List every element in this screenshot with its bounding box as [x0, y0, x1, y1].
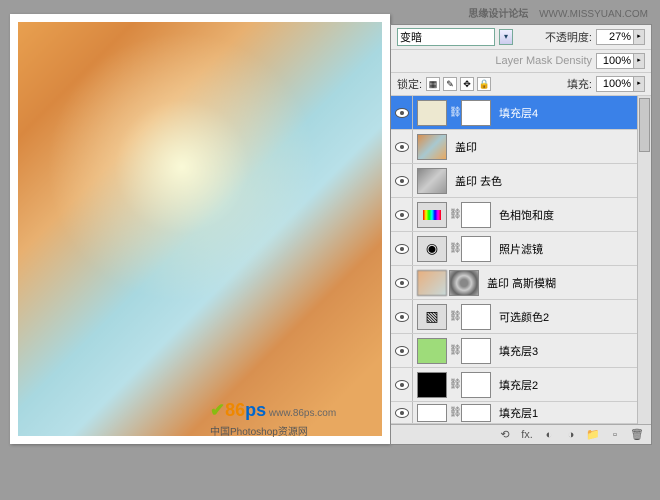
- fill-stepper-icon[interactable]: ▸: [633, 76, 645, 92]
- lock-all-icon[interactable]: 🔒: [477, 77, 491, 91]
- blend-opacity-row: ▾ 不透明度: ▸: [391, 25, 651, 50]
- mask-thumb[interactable]: [461, 338, 491, 364]
- layer-thumb[interactable]: [417, 168, 447, 194]
- canvas-image[interactable]: [18, 22, 382, 436]
- visibility-icon[interactable]: [395, 142, 409, 152]
- layer-row-fill2[interactable]: ⛓ 填充层2: [391, 368, 637, 402]
- lock-transparency-icon[interactable]: ▦: [426, 77, 440, 91]
- mask-thumb[interactable]: [461, 202, 491, 228]
- layer-row-hsl[interactable]: ⛓ 色相饱和度: [391, 198, 637, 232]
- mask-density-row: Layer Mask Density ▸: [391, 50, 651, 73]
- link-layers-icon[interactable]: ⟲: [497, 428, 513, 442]
- layer-name[interactable]: 填充层4: [495, 105, 637, 121]
- blend-mode-select[interactable]: [397, 28, 495, 46]
- new-layer-icon[interactable]: ▫: [607, 428, 623, 442]
- mask-thumb[interactable]: [449, 270, 479, 296]
- fx-icon[interactable]: fx.: [519, 428, 535, 442]
- mask-density-stepper-icon[interactable]: ▸: [633, 53, 645, 69]
- lock-fill-row: 锁定: ▦ ✎ ✥ 🔒 填充: ▸: [391, 73, 651, 96]
- layers-panel: ▾ 不透明度: ▸ Layer Mask Density ▸ 锁定: ▦ ✎ ✥…: [390, 24, 652, 445]
- layer-name[interactable]: 填充层2: [495, 377, 637, 393]
- opacity-label: 不透明度:: [545, 29, 592, 45]
- link-icon: ⛓: [449, 379, 459, 390]
- layer-row-stamp-blur[interactable]: 盖印 高斯模糊: [391, 266, 637, 300]
- blend-dropdown-icon[interactable]: ▾: [499, 29, 513, 45]
- link-icon: ⛓: [449, 407, 459, 418]
- layer-row-fill3[interactable]: ⛓ 填充层3: [391, 334, 637, 368]
- layer-name[interactable]: 照片滤镜: [495, 241, 637, 257]
- mask-thumb[interactable]: [461, 236, 491, 262]
- visibility-icon[interactable]: [395, 244, 409, 254]
- mask-thumb[interactable]: [461, 404, 491, 422]
- fill-input[interactable]: [596, 76, 634, 92]
- link-icon: ⛓: [449, 209, 459, 220]
- add-mask-icon[interactable]: ◐: [541, 428, 557, 442]
- mask-thumb[interactable]: [461, 372, 491, 398]
- link-icon: ⛓: [449, 311, 459, 322]
- adjustment-thumb[interactable]: ◉: [417, 236, 447, 262]
- layer-row-stamp[interactable]: 盖印: [391, 130, 637, 164]
- layer-thumb[interactable]: [417, 134, 447, 160]
- visibility-icon[interactable]: [395, 312, 409, 322]
- adjustment-thumb[interactable]: ▧: [417, 304, 447, 330]
- site-logo: ✔86ps www.86ps.com 中国Photoshop资源网: [210, 400, 336, 438]
- layer-name[interactable]: 填充层1: [495, 405, 637, 421]
- link-icon: ⛓: [449, 243, 459, 254]
- visibility-icon[interactable]: [395, 108, 409, 118]
- site-tagline: 中国Photoshop资源网: [210, 423, 336, 438]
- visibility-icon[interactable]: [395, 210, 409, 220]
- lock-label: 锁定:: [397, 76, 422, 92]
- link-icon: ⛓: [449, 107, 459, 118]
- group-icon[interactable]: 📁: [585, 428, 601, 442]
- visibility-icon[interactable]: [395, 346, 409, 356]
- lock-image-icon[interactable]: ✎: [443, 77, 457, 91]
- adjustment-thumb[interactable]: [417, 202, 447, 228]
- layers-list: ⛓ 填充层4 盖印 盖印 去色 ⛓: [391, 96, 637, 424]
- delete-layer-icon[interactable]: 🗑: [629, 428, 645, 442]
- layer-thumb[interactable]: [417, 270, 447, 296]
- link-icon: ⛓: [449, 345, 459, 356]
- layers-footer: ⟲ fx. ◐ ◑ 📁 ▫ 🗑: [391, 424, 651, 444]
- layer-row-selective-color[interactable]: ▧ ⛓ 可选颜色2: [391, 300, 637, 334]
- layer-thumb[interactable]: [417, 404, 447, 422]
- layer-row-photo-filter[interactable]: ◉ ⛓ 照片滤镜: [391, 232, 637, 266]
- layer-name[interactable]: 盖印 高斯模糊: [483, 275, 637, 291]
- layer-name[interactable]: 盖印 去色: [451, 173, 637, 189]
- canvas-frame: [10, 14, 390, 444]
- layer-row-stamp-desat[interactable]: 盖印 去色: [391, 164, 637, 198]
- layer-name[interactable]: 填充层3: [495, 343, 637, 359]
- mask-thumb[interactable]: [461, 304, 491, 330]
- mask-thumb[interactable]: [461, 100, 491, 126]
- watermark-url: WWW.MISSYUAN.COM: [539, 9, 648, 20]
- lock-position-icon[interactable]: ✥: [460, 77, 474, 91]
- visibility-icon[interactable]: [395, 278, 409, 288]
- opacity-stepper-icon[interactable]: ▸: [633, 29, 645, 45]
- adjustment-layer-icon[interactable]: ◑: [563, 428, 579, 442]
- layers-scrollbar[interactable]: [637, 96, 651, 424]
- layer-name[interactable]: 色相饱和度: [495, 207, 637, 223]
- layer-row-fill4[interactable]: ⛓ 填充层4: [391, 96, 637, 130]
- layer-thumb[interactable]: [417, 338, 447, 364]
- layer-row-fill1[interactable]: ⛓ 填充层1: [391, 402, 637, 424]
- site-url: www.86ps.com: [269, 408, 336, 419]
- layer-thumb[interactable]: [417, 100, 447, 126]
- visibility-icon[interactable]: [395, 408, 409, 418]
- opacity-input[interactable]: [596, 29, 634, 45]
- layer-name[interactable]: 盖印: [451, 139, 637, 155]
- mask-density-label: Layer Mask Density: [495, 55, 592, 67]
- mask-density-input[interactable]: [596, 53, 634, 69]
- scrollbar-thumb[interactable]: [639, 98, 650, 152]
- visibility-icon[interactable]: [395, 176, 409, 186]
- fill-label: 填充:: [567, 76, 592, 92]
- watermark-brand: 思缘设计论坛: [468, 9, 528, 20]
- layer-name[interactable]: 可选颜色2: [495, 309, 637, 325]
- layer-thumb[interactable]: [417, 372, 447, 398]
- watermark: 思缘设计论坛 WWW.MISSYUAN.COM: [468, 5, 648, 20]
- visibility-icon[interactable]: [395, 380, 409, 390]
